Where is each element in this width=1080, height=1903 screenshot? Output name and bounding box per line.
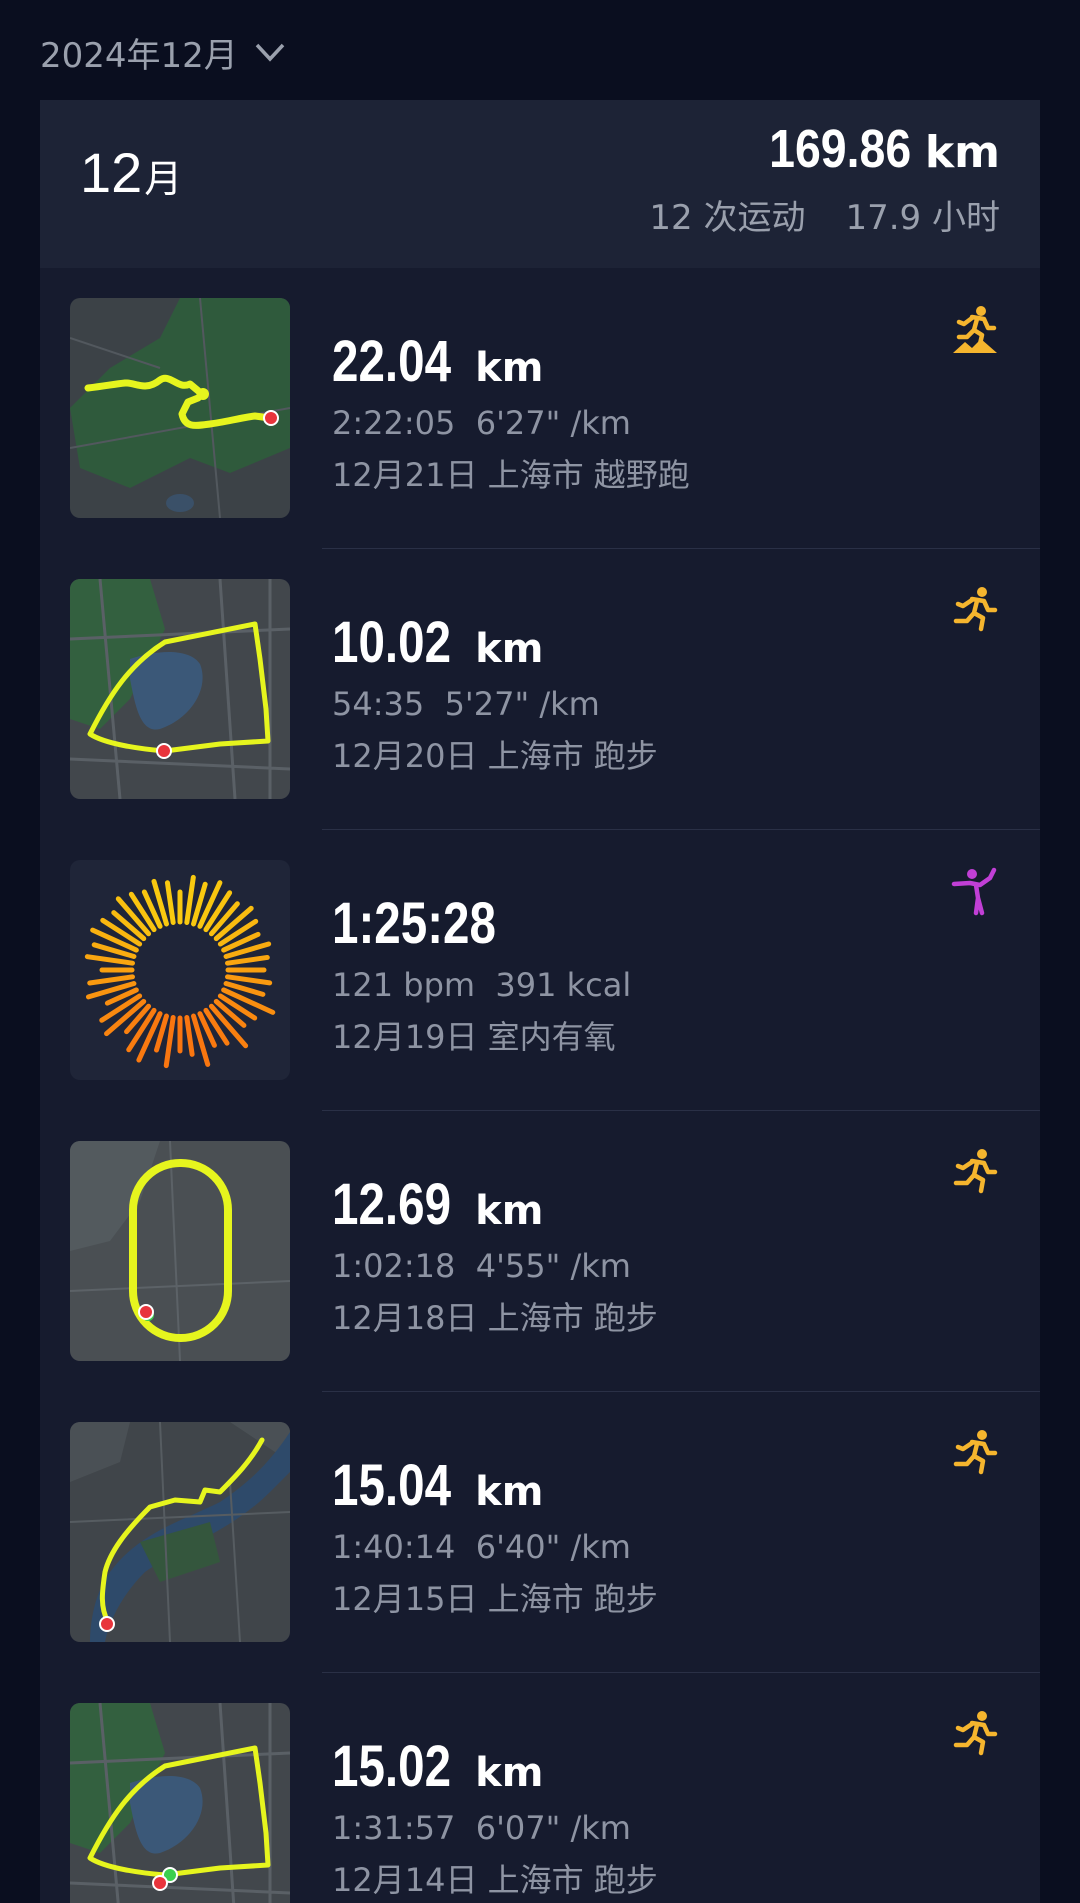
activity-row[interactable]: 15.04 km 1:40:14 6'40" /km 12月15日 上海市 跑步 [40, 1392, 1040, 1673]
summary-distance-value: 169.86 [768, 119, 911, 179]
activity-info: 10.02 km 54:35 5'27" /km 12月20日 上海市 跑步 [332, 609, 658, 777]
activity-row[interactable]: 15.02 km 1:31:57 6'07" /km 12月14日 上海市 跑步 [40, 1673, 1040, 1903]
summary-workout-count: 12 次运动 [649, 198, 806, 238]
activity-duration-pace: 1:31:57 6'07" /km [332, 1809, 631, 1847]
summary-stats: 12 次运动 17.9 小时 [649, 190, 1000, 239]
activity-date-location-type: 12月21日 上海市 越野跑 [332, 456, 690, 494]
activity-distance: 22.04 [332, 329, 452, 394]
activity-row[interactable]: 10.02 km 54:35 5'27" /km 12月20日 上海市 跑步 [40, 549, 1040, 830]
trail-run-icon [950, 304, 1000, 354]
activity-date-location-type: 12月14日 上海市 跑步 [332, 1861, 658, 1899]
route-map-thumbnail [70, 579, 290, 799]
summary-month-unit: 月 [144, 157, 183, 201]
month-summary: 12 月 169.86 km 12 次运动 17.9 小时 [40, 100, 1040, 268]
activity-heart-rate-calories: 121 bpm 391 kcal [332, 966, 632, 1004]
activity-info: 15.04 km 1:40:14 6'40" /km 12月15日 上海市 跑步 [332, 1452, 658, 1620]
summary-month: 12 月 [80, 140, 182, 205]
summary-total-distance: 169.86 km [746, 118, 1000, 180]
activity-distance: 15.02 [332, 1734, 452, 1799]
activity-duration-pace: 1:02:18 4'55" /km [332, 1247, 631, 1285]
activity-row[interactable]: 22.04 km 2:22:05 6'27" /km 12月21日 上海市 越野… [40, 268, 1040, 549]
heart-rate-ring-thumbnail [70, 860, 290, 1080]
activity-distance-unit: km [475, 345, 544, 391]
summary-month-number: 12 [80, 141, 143, 204]
activity-duration-pace: 2:22:05 6'27" /km [332, 404, 631, 442]
activity-info: 1:25:28 121 bpm 391 kcal 12月19日 室内有氧 [332, 890, 631, 1058]
activity-date-location-type: 12月20日 上海市 跑步 [332, 737, 658, 775]
activity-duration-pace: 54:35 5'27" /km [332, 685, 600, 723]
summary-total-hours: 17.9 小时 [845, 198, 1000, 238]
run-icon [950, 1709, 1000, 1759]
activity-date-type: 12月19日 室内有氧 [332, 1018, 616, 1056]
activity-row[interactable]: 1:25:28 121 bpm 391 kcal 12月19日 室内有氧 [40, 830, 1040, 1111]
activity-duration-pace: 1:40:14 6'40" /km [332, 1528, 631, 1566]
activity-distance-unit: km [475, 1469, 544, 1515]
activity-distance: 10.02 [332, 610, 452, 675]
activity-list-card: 12 月 169.86 km 12 次运动 17.9 小时 22.04 km 2… [40, 100, 1040, 1903]
activity-info: 15.02 km 1:31:57 6'07" /km 12月14日 上海市 跑步 [332, 1733, 658, 1901]
activity-distance-unit: km [475, 1188, 544, 1234]
activity-distance-unit: km [475, 626, 544, 672]
chevron-down-icon [255, 43, 285, 62]
route-map-thumbnail [70, 1422, 290, 1642]
activity-info: 22.04 km 2:22:05 6'27" /km 12月21日 上海市 越野… [332, 328, 690, 496]
activity-date-location-type: 12月15日 上海市 跑步 [332, 1580, 658, 1618]
activity-info: 12.69 km 1:02:18 4'55" /km 12月18日 上海市 跑步 [332, 1171, 658, 1339]
summary-distance-unit: km [924, 127, 1000, 178]
activity-date-location-type: 12月18日 上海市 跑步 [332, 1299, 658, 1337]
month-selector[interactable]: 2024年12月 [40, 24, 288, 80]
route-map-thumbnail [70, 1703, 290, 1903]
activity-duration: 1:25:28 [332, 891, 496, 956]
route-map-thumbnail [70, 1141, 290, 1361]
run-icon [950, 1147, 1000, 1197]
yoga-icon [950, 866, 1000, 916]
activity-distance: 12.69 [332, 1172, 452, 1237]
activity-distance-unit: km [475, 1750, 544, 1796]
run-icon [950, 1428, 1000, 1478]
activity-distance: 15.04 [332, 1453, 452, 1518]
activity-row[interactable]: 12.69 km 1:02:18 4'55" /km 12月18日 上海市 跑步 [40, 1111, 1040, 1392]
run-icon [950, 585, 1000, 635]
route-map-thumbnail [70, 298, 290, 518]
month-selector-label: 2024年12月 [40, 35, 238, 76]
